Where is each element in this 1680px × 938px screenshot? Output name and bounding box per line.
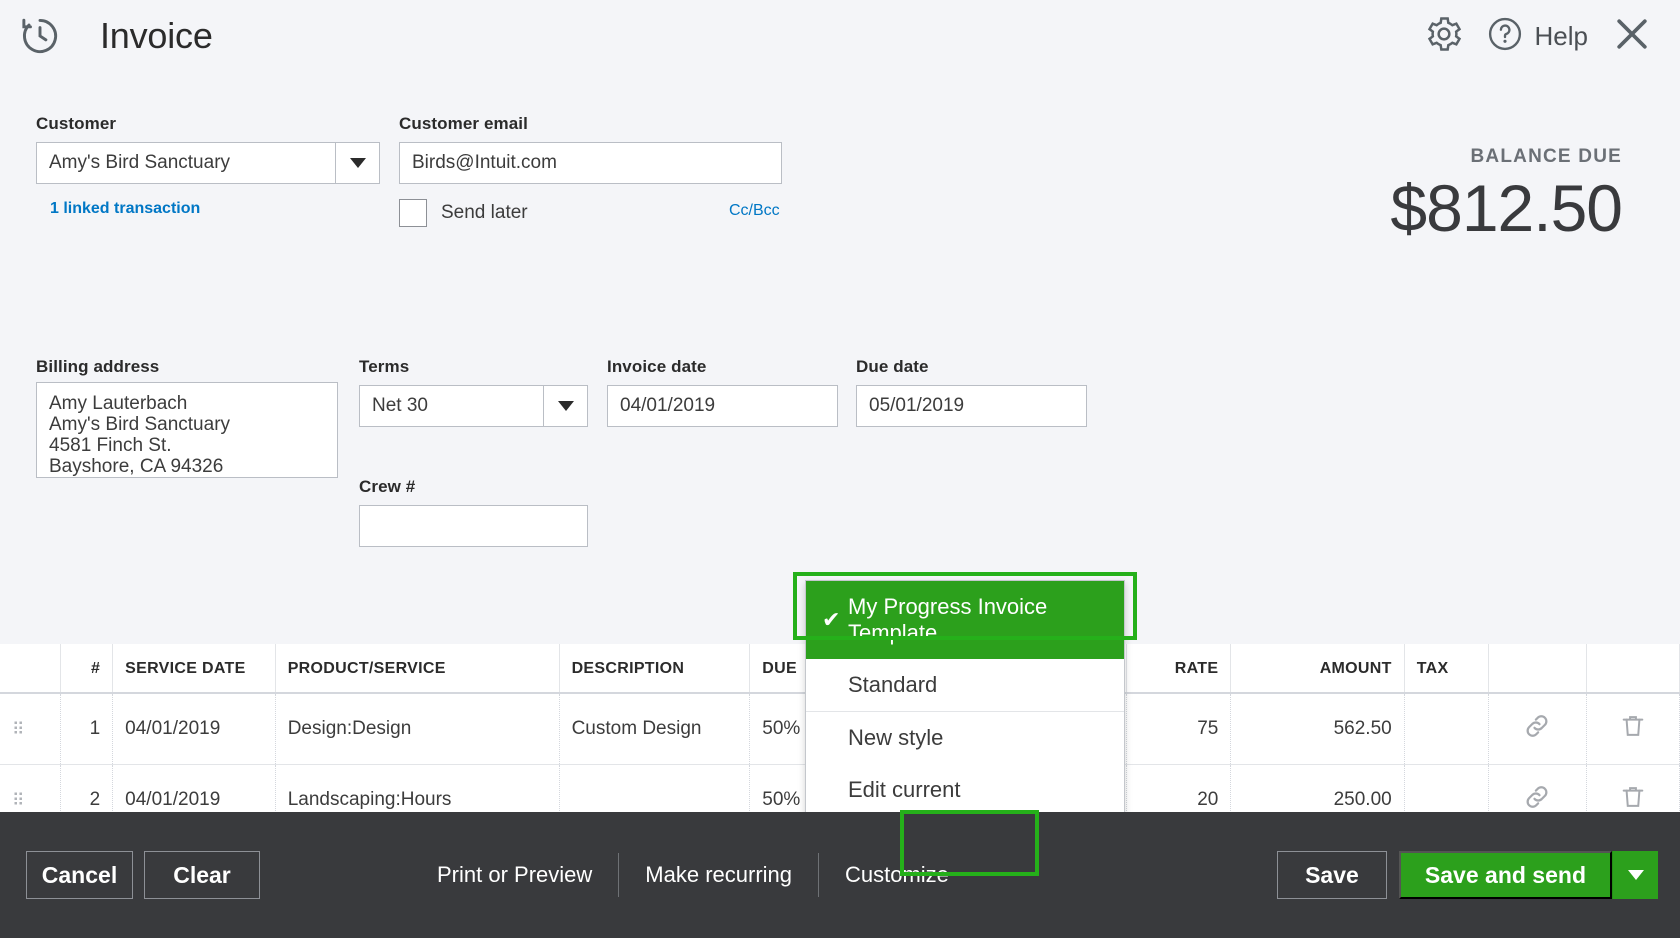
toolbar-center-actions: Print or Preview Make recurring Customiz… <box>411 853 975 897</box>
column-header-tax: TAX <box>1404 644 1489 693</box>
dropdown-item-label: New style <box>848 725 943 750</box>
row-drag-handle[interactable]: ⠿ <box>0 693 61 765</box>
help-button[interactable]: Help <box>1486 15 1588 58</box>
due-date-label: Due date <box>856 357 929 377</box>
balance-due-amount: $812.50 <box>1390 170 1622 246</box>
customer-email-field[interactable]: Birds@Intuit.com <box>399 142 782 184</box>
customize-button[interactable]: Customize <box>819 862 975 888</box>
column-header-amount: AMOUNT <box>1231 644 1404 693</box>
dropdown-item-label: Standard <box>848 672 937 697</box>
row-description[interactable]: Custom Design <box>559 693 750 765</box>
row-number: 1 <box>61 693 113 765</box>
history-clock-icon[interactable] <box>18 14 62 58</box>
header-actions: Help <box>1424 12 1654 61</box>
drag-grip-icon: ⠿ <box>12 796 48 805</box>
customer-select[interactable]: Amy's Bird Sanctuary <box>36 142 380 184</box>
send-later-row[interactable]: Send later <box>399 199 528 227</box>
column-header-handle <box>0 644 61 693</box>
column-header-rate: RATE <box>1127 644 1231 693</box>
balance-due-label: BALANCE DUE <box>1471 146 1622 168</box>
row-amount[interactable]: 562.50 <box>1231 693 1404 765</box>
drag-grip-icon: ⠿ <box>12 725 48 734</box>
column-header-number: # <box>61 644 113 693</box>
terms-select[interactable]: Net 30 <box>359 385 588 427</box>
row-link-button[interactable] <box>1489 693 1587 765</box>
invoice-window: Invoice Help <box>0 0 1680 938</box>
customer-email-label: Customer email <box>399 114 528 134</box>
row-tax[interactable] <box>1404 693 1489 765</box>
billing-address-label: Billing address <box>36 357 159 377</box>
chevron-down-icon[interactable] <box>335 143 379 183</box>
make-recurring-button[interactable]: Make recurring <box>619 862 818 888</box>
send-later-checkbox[interactable] <box>399 199 427 227</box>
dropdown-item-edit-current[interactable]: Edit current <box>806 764 1124 816</box>
row-product-service[interactable]: Design:Design <box>275 693 559 765</box>
cc-bcc-link[interactable]: Cc/Bcc <box>729 202 780 220</box>
crew-number-label: Crew # <box>359 477 415 497</box>
billing-address-field[interactable]: Amy Lauterbach Amy's Bird Sanctuary 4581… <box>36 382 338 478</box>
print-or-preview-button[interactable]: Print or Preview <box>411 862 618 888</box>
column-header-product-service: PRODUCT/SERVICE <box>275 644 559 693</box>
save-and-send-dropdown-caret[interactable] <box>1612 851 1658 899</box>
terms-value: Net 30 <box>360 386 543 426</box>
dropdown-item-my-progress-invoice-template[interactable]: ✔ My Progress Invoice Template <box>806 581 1124 659</box>
invoice-date-field[interactable]: 04/01/2019 <box>607 385 838 427</box>
column-header-service-date: SERVICE DATE <box>113 644 276 693</box>
clear-button[interactable]: Clear <box>144 851 260 899</box>
customer-value: Amy's Bird Sanctuary <box>37 143 335 183</box>
chevron-down-icon[interactable] <box>543 386 587 426</box>
save-and-send-button[interactable]: Save and send <box>1399 851 1612 899</box>
window-header: Invoice Help <box>0 0 1680 72</box>
invoice-date-label: Invoice date <box>607 357 706 377</box>
gear-icon[interactable] <box>1424 14 1464 59</box>
row-rate[interactable]: 75 <box>1127 693 1231 765</box>
row-service-date[interactable]: 04/01/2019 <box>113 693 276 765</box>
bottom-toolbar: Cancel Clear Print or Preview Make recur… <box>0 812 1680 938</box>
question-circle-icon <box>1486 15 1524 58</box>
due-date-field[interactable]: 05/01/2019 <box>856 385 1087 427</box>
cancel-button[interactable]: Cancel <box>26 851 133 899</box>
dropdown-item-standard[interactable]: Standard <box>806 659 1124 712</box>
check-icon: ✔ <box>822 607 840 633</box>
customer-label: Customer <box>36 114 116 134</box>
column-header-delete <box>1586 644 1679 693</box>
page-title: Invoice <box>100 15 213 57</box>
help-label: Help <box>1535 21 1588 52</box>
close-x-icon[interactable] <box>1610 12 1654 61</box>
row-delete-button[interactable] <box>1586 693 1679 765</box>
dropdown-item-label: My Progress Invoice Template <box>848 594 1047 645</box>
dropdown-item-label: Edit current <box>848 777 961 802</box>
terms-label: Terms <box>359 357 409 377</box>
link-icon <box>1522 725 1552 746</box>
linked-transaction-link[interactable]: 1 linked transaction <box>50 200 200 218</box>
trash-icon <box>1619 724 1647 745</box>
toolbar-save-actions: Save Save and send <box>1277 851 1658 899</box>
dropdown-item-new-style[interactable]: New style <box>806 712 1124 764</box>
save-button[interactable]: Save <box>1277 851 1387 899</box>
send-later-label: Send later <box>441 202 528 224</box>
column-header-link <box>1489 644 1587 693</box>
column-header-description: DESCRIPTION <box>559 644 750 693</box>
template-dropdown-menu: ✔ My Progress Invoice Template Standard … <box>805 580 1125 817</box>
crew-number-field[interactable] <box>359 505 588 547</box>
